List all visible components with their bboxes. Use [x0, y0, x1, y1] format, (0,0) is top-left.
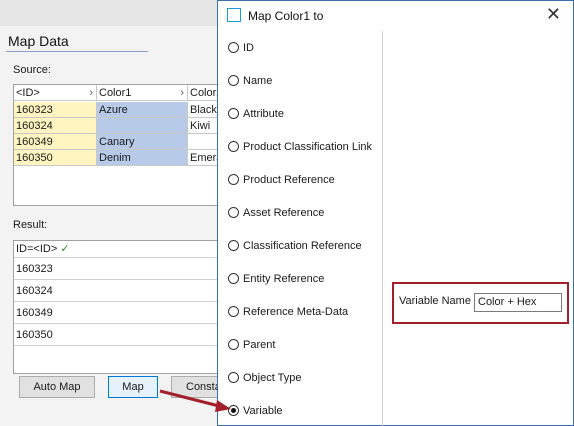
option-attribute[interactable]: Attribute [228, 105, 284, 123]
option-entity-reference[interactable]: Entity Reference [228, 270, 324, 288]
dialog-title: Map Color1 to [248, 9, 324, 23]
window-icon [227, 8, 241, 22]
cell-id: 160349 [14, 134, 97, 150]
option-label: Variable [243, 405, 283, 417]
window-toolbar-strip [0, 0, 220, 26]
chevron-right-icon: › [180, 87, 184, 99]
column-header-id[interactable]: <ID> › [14, 85, 97, 101]
column-header-color1[interactable]: Color1 › [97, 85, 188, 101]
map-color-dialog: Map Color1 to ✕ ID Name Attribute Produc… [217, 0, 574, 426]
source-label: Source: [13, 64, 51, 76]
result-label: Result: [13, 219, 48, 231]
column-header-label: <ID> [16, 87, 40, 99]
option-label: Entity Reference [243, 273, 325, 285]
option-product-reference[interactable]: Product Reference [228, 171, 335, 189]
option-label: Name [243, 75, 273, 87]
column-header-label: Color1 [99, 87, 132, 99]
cell-color1: Azure [97, 102, 188, 118]
cell-color1 [97, 118, 188, 134]
radio-button[interactable] [228, 305, 239, 317]
table-row[interactable]: 160349 Canary [14, 134, 224, 150]
dialog-titlebar: Map Color1 to ✕ [218, 1, 573, 31]
option-label: ID [243, 42, 254, 54]
option-parent[interactable]: Parent [228, 336, 275, 354]
chevron-right-icon: › [89, 87, 93, 99]
radio-button[interactable] [228, 41, 239, 53]
cell-id: 160323 [14, 102, 97, 118]
result-header-label: ID=<ID> [16, 243, 58, 255]
option-product-classification-link[interactable]: Product Classification Link [228, 138, 372, 156]
radio-button[interactable] [228, 371, 239, 383]
option-id[interactable]: ID [228, 39, 254, 57]
list-item[interactable]: 160323 [14, 258, 224, 280]
title-divider [6, 51, 148, 52]
radio-button[interactable] [228, 272, 239, 284]
source-header-row: <ID> › Color1 › Color2 [14, 85, 224, 101]
radio-button[interactable] [228, 107, 239, 119]
variable-name-label: Variable Name [399, 295, 471, 307]
page-title: Map Data [8, 33, 69, 49]
option-object-type[interactable]: Object Type [228, 369, 302, 387]
variable-name-highlight: Variable Name Color + Hex [392, 282, 569, 324]
option-label: Attribute [243, 108, 284, 120]
option-label: Object Type [243, 372, 302, 384]
cell-id: 160350 [14, 150, 97, 166]
radio-button[interactable] [228, 140, 239, 152]
checkmark-icon: ✓ [60, 243, 70, 255]
option-reference-meta-data[interactable]: Reference Meta-Data [228, 303, 348, 321]
option-label: Classification Reference [243, 240, 362, 252]
cell-id: 160324 [14, 118, 97, 134]
radio-button-selected[interactable] [228, 404, 239, 416]
option-classification-reference[interactable]: Classification Reference [228, 237, 362, 255]
option-label: Parent [243, 339, 276, 351]
radio-button[interactable] [228, 239, 239, 251]
map-button[interactable]: Map [108, 376, 158, 398]
option-asset-reference[interactable]: Asset Reference [228, 204, 324, 222]
close-icon[interactable]: ✕ [546, 4, 561, 24]
list-item[interactable]: 160349 [14, 302, 224, 324]
option-label: Reference Meta-Data [243, 306, 349, 318]
variable-name-input[interactable]: Color + Hex [474, 293, 562, 312]
radio-button[interactable] [228, 74, 239, 86]
result-header-row: ID=<ID> ✓ [14, 241, 224, 258]
result-grid[interactable]: ID=<ID> ✓ 160323 160324 160349 160350 [13, 240, 225, 374]
radio-button[interactable] [228, 206, 239, 218]
table-row[interactable]: 160324 Kiwi [14, 118, 224, 134]
radio-button[interactable] [228, 338, 239, 350]
option-variable[interactable]: Variable [228, 402, 283, 420]
mapping-options-list: ID Name Attribute Product Classification… [218, 31, 383, 426]
cell-color1: Canary [97, 134, 188, 150]
table-row[interactable]: 160323 Azure Black [14, 102, 224, 118]
option-label: Product Reference [243, 174, 335, 186]
list-item[interactable]: 160350 [14, 324, 224, 346]
list-item[interactable]: 160324 [14, 280, 224, 302]
option-name[interactable]: Name [228, 72, 272, 90]
cell-color1: Denim [97, 150, 188, 166]
constant-button[interactable]: Consta [171, 376, 221, 398]
radio-button[interactable] [228, 173, 239, 185]
option-label: Asset Reference [243, 207, 325, 219]
auto-map-button[interactable]: Auto Map [19, 376, 95, 398]
table-row[interactable]: 160350 Denim Emera [14, 150, 224, 166]
option-label: Product Classification Link [243, 141, 373, 153]
source-grid[interactable]: <ID> › Color1 › Color2 160323 Azure Blac… [13, 84, 225, 206]
